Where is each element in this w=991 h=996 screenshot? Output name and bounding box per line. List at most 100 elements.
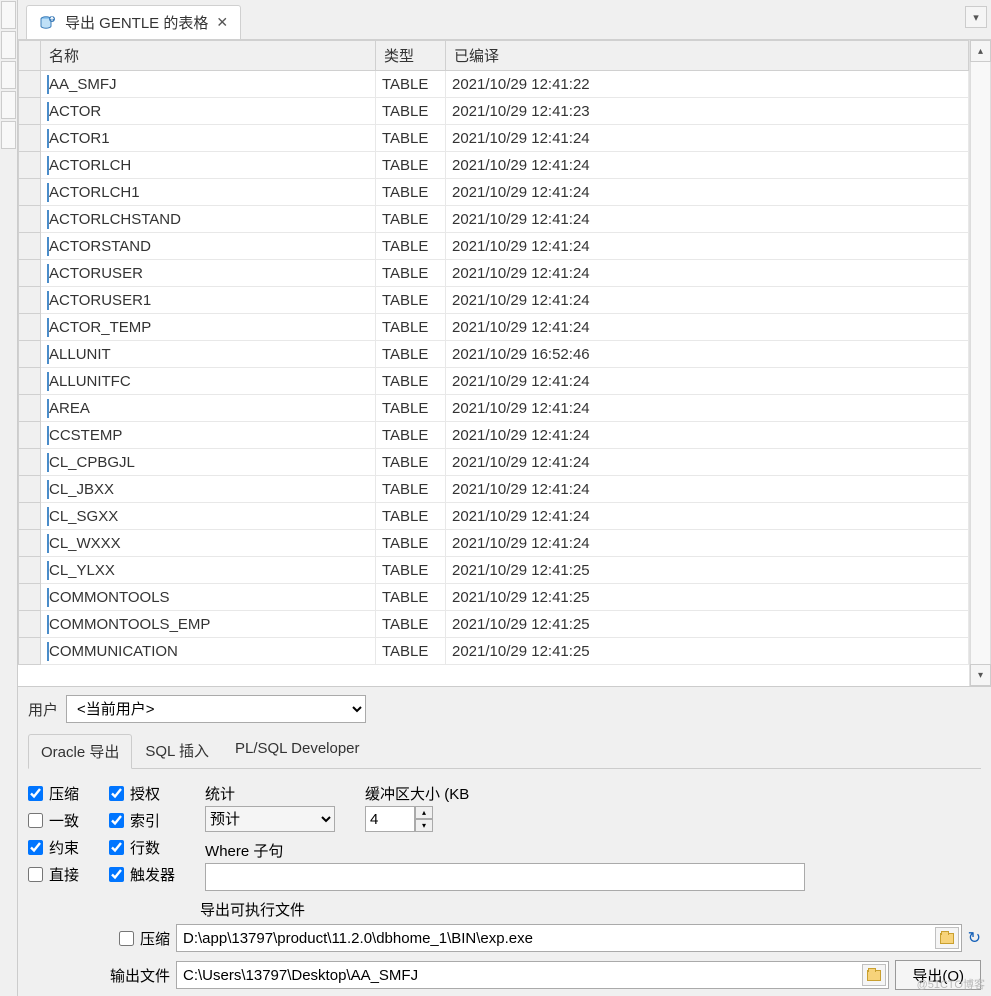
table-row[interactable]: ACTORLCH TABLE 2021/10/29 12:41:24 bbox=[19, 152, 969, 179]
browse-output-button[interactable] bbox=[862, 964, 886, 986]
table-row[interactable]: ACTORLCHSTAND TABLE 2021/10/29 12:41:24 bbox=[19, 206, 969, 233]
output-path-input[interactable] bbox=[177, 967, 862, 984]
scroll-down-icon[interactable]: ▾ bbox=[970, 664, 991, 686]
table-row[interactable]: ALLUNITFC TABLE 2021/10/29 12:41:24 bbox=[19, 368, 969, 395]
table-row[interactable]: CL_YLXX TABLE 2021/10/29 12:41:25 bbox=[19, 557, 969, 584]
toolstrip-button[interactable] bbox=[1, 121, 16, 149]
row-header[interactable] bbox=[19, 395, 41, 422]
row-header[interactable] bbox=[19, 638, 41, 665]
table-row[interactable]: ACTORLCH1 TABLE 2021/10/29 12:41:24 bbox=[19, 179, 969, 206]
table-row[interactable]: COMMONTOOLS_EMP TABLE 2021/10/29 12:41:2… bbox=[19, 611, 969, 638]
checkbox-index[interactable] bbox=[109, 813, 124, 828]
table-row[interactable]: ACTORUSER TABLE 2021/10/29 12:41:24 bbox=[19, 260, 969, 287]
checkbox-trigger[interactable] bbox=[109, 867, 124, 882]
table-row[interactable]: ACTOR_TEMP TABLE 2021/10/29 12:41:24 bbox=[19, 314, 969, 341]
checkbox-consistent[interactable] bbox=[28, 813, 43, 828]
table-icon bbox=[47, 642, 49, 661]
close-icon[interactable]: ✕ bbox=[216, 14, 228, 31]
toolstrip-button[interactable] bbox=[1, 61, 16, 89]
row-header[interactable] bbox=[19, 125, 41, 152]
table-icon bbox=[47, 129, 49, 148]
table-row[interactable]: ACTOR1 TABLE 2021/10/29 12:41:24 bbox=[19, 125, 969, 152]
table-row[interactable]: ALLUNIT TABLE 2021/10/29 16:52:46 bbox=[19, 341, 969, 368]
table-row[interactable]: ACTOR TABLE 2021/10/29 12:41:23 bbox=[19, 98, 969, 125]
tab-export-tables[interactable]: 导出 GENTLE 的表格 ✕ bbox=[26, 5, 241, 39]
tab-plsql-developer[interactable]: PL/SQL Developer bbox=[222, 733, 373, 768]
row-header[interactable] bbox=[19, 206, 41, 233]
row-header[interactable] bbox=[19, 314, 41, 341]
table-row[interactable]: CL_WXXX TABLE 2021/10/29 12:41:24 bbox=[19, 530, 969, 557]
stats-dropdown[interactable]: 预计 bbox=[205, 806, 335, 832]
column-header-name[interactable]: 名称 bbox=[41, 41, 376, 71]
checkbox-grant[interactable] bbox=[109, 786, 124, 801]
cell-compiled: 2021/10/29 12:41:24 bbox=[446, 260, 969, 287]
row-header[interactable] bbox=[19, 341, 41, 368]
table-icon bbox=[47, 453, 49, 472]
tab-oracle-export[interactable]: Oracle 导出 bbox=[28, 734, 132, 769]
column-header-type[interactable]: 类型 bbox=[376, 41, 446, 71]
table-icon bbox=[47, 318, 49, 337]
row-header[interactable] bbox=[19, 449, 41, 476]
checkbox-constraint[interactable] bbox=[28, 840, 43, 855]
tab-sql-insert[interactable]: SQL 插入 bbox=[132, 733, 222, 768]
cell-name: CL_JBXX bbox=[41, 476, 376, 503]
row-header[interactable] bbox=[19, 422, 41, 449]
table-row[interactable]: CL_CPBGJL TABLE 2021/10/29 12:41:24 bbox=[19, 449, 969, 476]
spinner-up-icon[interactable]: ▴ bbox=[415, 806, 433, 819]
row-header[interactable] bbox=[19, 584, 41, 611]
table-row[interactable]: CCSTEMP TABLE 2021/10/29 12:41:24 bbox=[19, 422, 969, 449]
table-row[interactable]: CL_JBXX TABLE 2021/10/29 12:41:24 bbox=[19, 476, 969, 503]
row-header-corner[interactable] bbox=[19, 41, 41, 71]
exec-path-input[interactable] bbox=[177, 930, 935, 947]
cell-compiled: 2021/10/29 12:41:24 bbox=[446, 368, 969, 395]
cell-compiled: 2021/10/29 12:41:24 bbox=[446, 476, 969, 503]
row-header[interactable] bbox=[19, 503, 41, 530]
table-row[interactable]: CL_SGXX TABLE 2021/10/29 12:41:24 bbox=[19, 503, 969, 530]
cell-type: TABLE bbox=[376, 125, 446, 152]
column-header-compiled[interactable]: 已编译 bbox=[446, 41, 969, 71]
cell-compiled: 2021/10/29 12:41:24 bbox=[446, 287, 969, 314]
where-input[interactable] bbox=[205, 863, 805, 891]
browse-exec-button[interactable] bbox=[935, 927, 959, 949]
table-row[interactable]: COMMUNICATION TABLE 2021/10/29 12:41:25 bbox=[19, 638, 969, 665]
scroll-track[interactable] bbox=[970, 62, 991, 664]
toolstrip-button[interactable] bbox=[1, 1, 16, 29]
table-row[interactable]: AA_SMFJ TABLE 2021/10/29 12:41:22 bbox=[19, 71, 969, 98]
toolstrip-button[interactable] bbox=[1, 31, 16, 59]
refresh-icon[interactable]: ↻ bbox=[968, 928, 981, 948]
toolstrip-button[interactable] bbox=[1, 91, 16, 119]
cell-type: TABLE bbox=[376, 611, 446, 638]
row-header[interactable] bbox=[19, 368, 41, 395]
row-header[interactable] bbox=[19, 530, 41, 557]
cell-compiled: 2021/10/29 16:52:46 bbox=[446, 341, 969, 368]
buffer-input[interactable] bbox=[365, 806, 415, 832]
user-dropdown[interactable]: <当前用户> bbox=[66, 695, 366, 723]
row-header[interactable] bbox=[19, 71, 41, 98]
table-row[interactable]: COMMONTOOLS TABLE 2021/10/29 12:41:25 bbox=[19, 584, 969, 611]
table-row[interactable]: ACTORSTAND TABLE 2021/10/29 12:41:24 bbox=[19, 233, 969, 260]
row-header[interactable] bbox=[19, 233, 41, 260]
cell-type: TABLE bbox=[376, 98, 446, 125]
vertical-scrollbar[interactable]: ▴ ▾ bbox=[969, 40, 991, 686]
table-row[interactable]: ACTORUSER1 TABLE 2021/10/29 12:41:24 bbox=[19, 287, 969, 314]
row-header[interactable] bbox=[19, 179, 41, 206]
scroll-up-icon[interactable]: ▴ bbox=[970, 40, 991, 62]
row-header[interactable] bbox=[19, 287, 41, 314]
user-label: 用户 bbox=[28, 699, 58, 720]
checkbox-exec-compress[interactable] bbox=[119, 931, 134, 946]
spinner-down-icon[interactable]: ▾ bbox=[415, 819, 433, 832]
checkbox-rows[interactable] bbox=[109, 840, 124, 855]
label-consistent: 一致 bbox=[49, 810, 79, 831]
row-header[interactable] bbox=[19, 152, 41, 179]
checkbox-compress[interactable] bbox=[28, 786, 43, 801]
tabbar-chevron-down-icon[interactable]: ▾ bbox=[965, 6, 987, 28]
checkbox-direct[interactable] bbox=[28, 867, 43, 882]
row-header[interactable] bbox=[19, 98, 41, 125]
row-header[interactable] bbox=[19, 557, 41, 584]
row-header[interactable] bbox=[19, 260, 41, 287]
table-row[interactable]: AREA TABLE 2021/10/29 12:41:24 bbox=[19, 395, 969, 422]
row-header[interactable] bbox=[19, 476, 41, 503]
exec-file-label: 导出可执行文件 bbox=[200, 899, 305, 920]
row-header[interactable] bbox=[19, 611, 41, 638]
cell-compiled: 2021/10/29 12:41:24 bbox=[446, 422, 969, 449]
